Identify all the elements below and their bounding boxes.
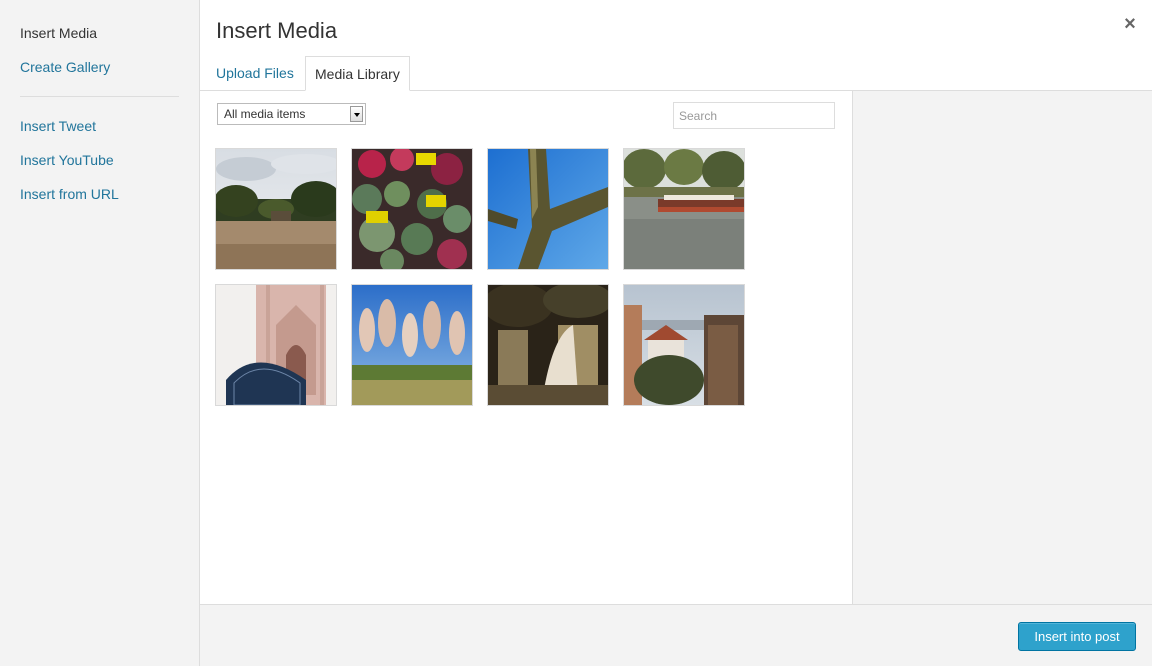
insert-into-post-button[interactable]: Insert into post (1018, 622, 1136, 651)
stone-ruins-image (488, 285, 608, 405)
menu-item-create-gallery[interactable]: Create Gallery (20, 58, 110, 76)
attachment-thumbnail[interactable] (624, 149, 744, 269)
media-filter-select[interactable]: All media items (217, 103, 366, 125)
media-filter-value: All media items (224, 107, 306, 121)
menu-item-insert-youtube[interactable]: Insert YouTube (20, 151, 114, 169)
menu-item-insert-from-url[interactable]: Insert from URL (20, 185, 119, 203)
modal-title: Insert Media (216, 18, 338, 43)
media-modal: Insert Media Create Gallery Insert Tweet… (0, 0, 1152, 666)
attachment-details-sidebar (852, 91, 1152, 604)
succulents-image (352, 149, 472, 269)
cactus-image (488, 149, 608, 269)
attachment-thumbnail[interactable] (488, 149, 608, 269)
close-icon[interactable]: × (1118, 12, 1142, 36)
attachment-thumbnail[interactable] (488, 285, 608, 405)
dropdown-arrow-icon (350, 106, 363, 122)
attachment-thumbnail[interactable] (216, 149, 336, 269)
search-input[interactable] (673, 102, 835, 129)
tab-media-library[interactable]: Media Library (305, 56, 410, 91)
attachment-thumbnail[interactable] (216, 285, 336, 405)
attachment-thumbnail[interactable] (624, 285, 744, 405)
coastal-town-image (624, 285, 744, 405)
media-menu: Insert Media Create Gallery Insert Tweet… (0, 0, 200, 666)
tab-upload-files[interactable]: Upload Files (216, 56, 294, 91)
pampas-grass-image (352, 285, 472, 405)
attachment-thumbnail[interactable] (352, 285, 472, 405)
menu-item-insert-tweet[interactable]: Insert Tweet (20, 117, 96, 135)
menu-item-insert-media[interactable]: Insert Media (20, 24, 97, 42)
river-boat-image (624, 149, 744, 269)
cathedral-image (216, 285, 336, 405)
attachment-thumbnail[interactable] (352, 149, 472, 269)
modal-toolbar (200, 604, 1152, 666)
park-image (216, 149, 336, 269)
menu-separator (20, 96, 179, 97)
